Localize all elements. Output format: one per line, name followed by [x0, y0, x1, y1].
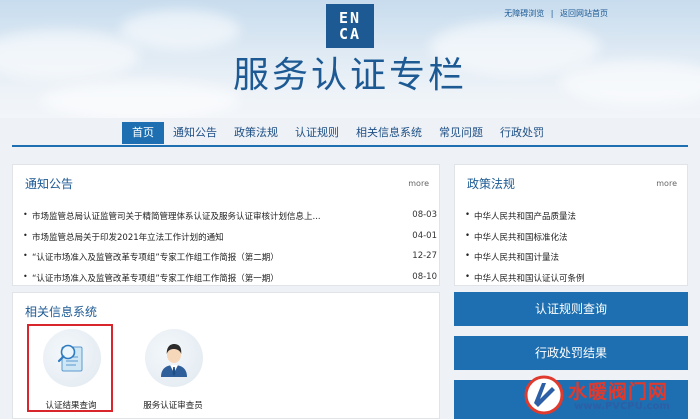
policy-text[interactable]: 中华人民共和国计量法 [474, 251, 559, 263]
notice-text[interactable]: 市场监管总局关于印发2021年立法工作计划的通知 [32, 231, 224, 243]
notice-item[interactable]: • “认证市场准入及监管改革专项组”专家工作组工作简报（第一期） 08-10 [23, 269, 437, 290]
policy-text[interactable]: 中华人民共和国认证认可条例 [474, 272, 585, 284]
main-nav: 首页 通知公告 政策法规 认证规则 相关信息系统 常见问题 行政处罚 [122, 122, 553, 144]
site-title: 服务认证专栏 [232, 55, 467, 96]
notice-item[interactable]: • 市场监管总局关于印发2021年立法工作计划的通知 04-01 [23, 228, 437, 249]
nav-systems[interactable]: 相关信息系统 [348, 122, 430, 144]
person-avatar-icon [145, 329, 203, 387]
notices-title: 通知公告 [25, 177, 74, 191]
nav-penalties[interactable]: 行政处罚 [492, 122, 552, 144]
notice-item[interactable]: • “认证市场准入及监管改革专项组”专家工作组工作简报（第二期） 12-27 [23, 248, 437, 269]
notice-date: 12-27 [412, 251, 437, 261]
system-auditor[interactable]: 服务认证审查员 [133, 325, 213, 415]
rule-query-button[interactable]: 认证规则查询 [454, 292, 688, 326]
penalty-result-button[interactable]: 行政处罚结果 [454, 336, 688, 370]
notices-more-link[interactable]: more [408, 179, 429, 188]
policies-title: 政策法规 [467, 177, 516, 191]
highlight-annotation [27, 324, 113, 412]
notice-text[interactable]: “认证市场准入及监管改革专项组”专家工作组工作简报（第一期） [32, 272, 279, 284]
watermark-text: 水暖阀门网 [568, 381, 669, 403]
nav-notices[interactable]: 通知公告 [165, 122, 225, 144]
notice-date: 04-01 [412, 230, 437, 241]
watermark: 水暖阀门网 www.PVCPU.com [518, 373, 696, 417]
systems-title: 相关信息系统 [25, 305, 98, 319]
policies-list: • 中华人民共和国产品质量法 • 中华人民共和国标准化法 • 中华人民共和国计量… [465, 207, 679, 289]
watermark-url: www.PVCPU.com [574, 401, 670, 412]
policy-item[interactable]: • 中华人民共和国计量法 [465, 248, 679, 269]
policy-text[interactable]: 中华人民共和国产品质量法 [474, 210, 576, 222]
bullet-icon: • [465, 271, 471, 282]
link-separator: | [550, 9, 554, 18]
nav-policies[interactable]: 政策法规 [226, 122, 286, 144]
accessibility-link[interactable]: 无障碍浏览 [504, 9, 544, 18]
header-banner: EN CA 无障碍浏览 | 返回网站首页 服务认证专栏 [0, 0, 700, 118]
policy-item[interactable]: • 中华人民共和国产品质量法 [465, 207, 679, 228]
notice-date: 08-03 [412, 210, 437, 220]
notices-list: • 市场监管总局认证监管司关于精简管理体系认证及服务认证审核计划信息上... 0… [23, 207, 437, 289]
notice-text[interactable]: 市场监管总局认证监管司关于精简管理体系认证及服务认证审核计划信息上... [32, 210, 321, 222]
nav-divider [12, 145, 688, 147]
bullet-icon: • [23, 230, 28, 240]
nav-home[interactable]: 首页 [122, 122, 164, 144]
bullet-icon: • [23, 251, 28, 260]
bullet-icon: • [23, 210, 28, 219]
bullet-icon: • [465, 251, 471, 261]
system-label: 服务认证审查员 [143, 401, 203, 411]
policies-more-link[interactable]: more [656, 179, 677, 188]
notice-item[interactable]: • 市场监管总局认证监管司关于精简管理体系认证及服务认证审核计划信息上... 0… [23, 207, 437, 228]
bullet-icon: • [465, 230, 471, 241]
cnca-logo[interactable]: EN CA [326, 4, 374, 48]
nav-rules[interactable]: 认证规则 [287, 122, 347, 144]
bullet-icon: • [465, 210, 471, 220]
policies-panel: 政策法规 more • 中华人民共和国产品质量法 • 中华人民共和国标准化法 •… [454, 164, 688, 286]
nav-faq[interactable]: 常见问题 [431, 122, 491, 144]
notice-text[interactable]: “认证市场准入及监管改革专项组”专家工作组工作简报（第二期） [32, 251, 279, 263]
notice-date: 08-10 [412, 271, 437, 282]
policy-text[interactable]: 中华人民共和国标准化法 [474, 231, 568, 243]
policy-item[interactable]: • 中华人民共和国认证认可条例 [465, 269, 679, 290]
watermark-logo-icon [524, 375, 564, 415]
top-links: 无障碍浏览 | 返回网站首页 [502, 8, 610, 19]
policy-item[interactable]: • 中华人民共和国标准化法 [465, 228, 679, 249]
bullet-icon: • [23, 271, 28, 281]
return-home-link[interactable]: 返回网站首页 [560, 9, 608, 18]
notices-panel: 通知公告 more • 市场监管总局认证监管司关于精简管理体系认证及服务认证审核… [12, 164, 440, 286]
